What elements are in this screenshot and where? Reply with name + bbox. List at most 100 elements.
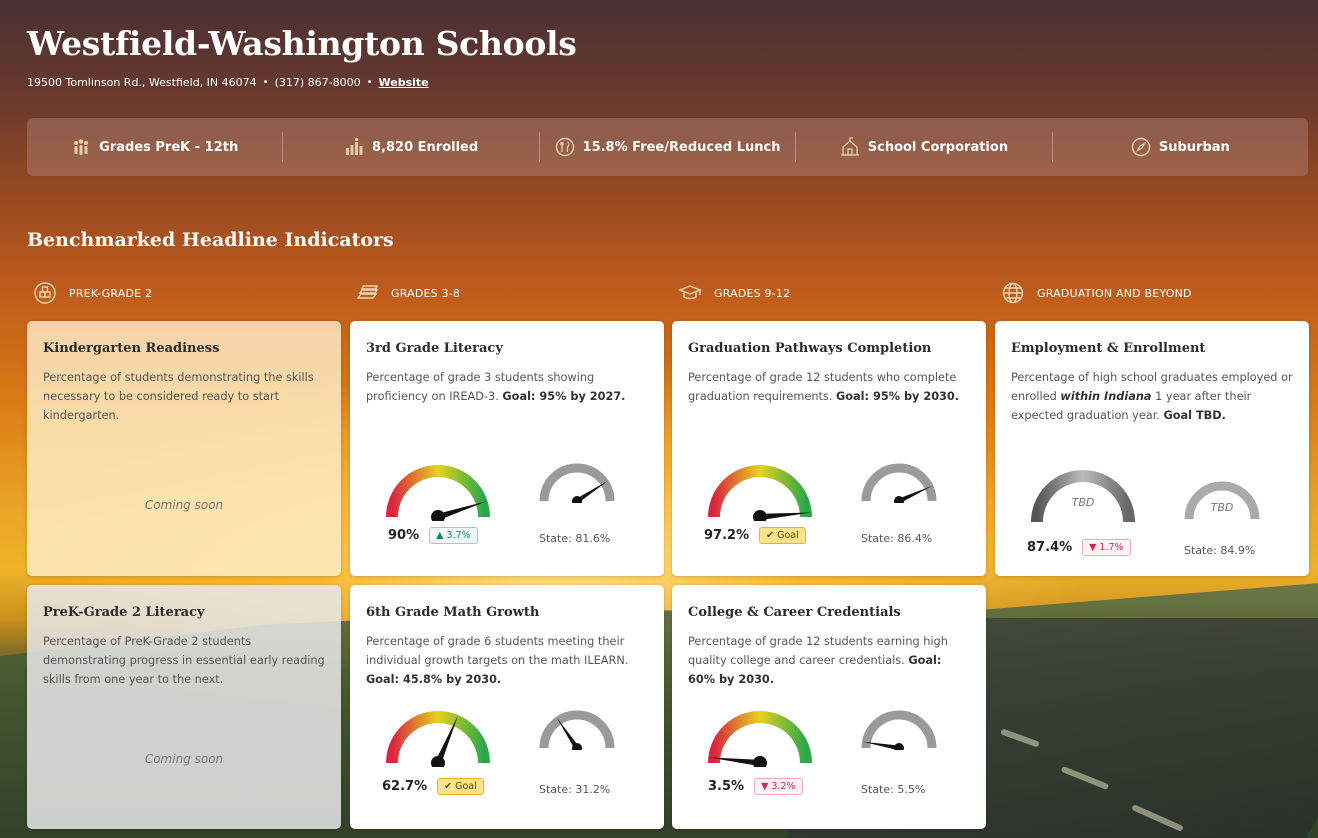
- state-gauge-tbd: TBD: [1184, 481, 1260, 520]
- gauge-hub: [894, 496, 904, 503]
- chart-people-icon: [346, 137, 363, 155]
- card-description: Percentage of grade 3 students showing p…: [366, 371, 626, 403]
- coming-soon-label: Coming soon: [144, 752, 224, 766]
- website-link[interactable]: Website: [379, 76, 429, 89]
- state-value: State: 84.9%: [1184, 544, 1256, 557]
- column-label: GRADUATION AND BEYOND: [1037, 286, 1192, 300]
- district-value: 97.2%: [704, 528, 750, 543]
- column-header-prek: PREK-GRADE 2: [33, 281, 152, 305]
- delta-badge: ▲ 3.7%: [429, 527, 478, 544]
- card-title: Kindergarten Readiness: [43, 341, 220, 356]
- gauge-hub: [894, 743, 904, 750]
- district-value: 90%: [388, 528, 420, 543]
- card-description: Percentage of students demonstrating the…: [43, 371, 314, 422]
- column-header-3-8: GRADES 3-8: [355, 281, 460, 305]
- value-row: 90% ▲ 3.7%: [388, 527, 478, 544]
- column-label: PREK-GRADE 2: [69, 286, 153, 300]
- value-row: 62.7% ✔ Goal: [382, 778, 484, 795]
- district-gauge: [708, 711, 812, 767]
- card-prek-literacy[interactable]: PreK-Grade 2 Literacy Percentage of PreK…: [27, 585, 341, 829]
- blocks-icon: [34, 282, 56, 304]
- state-value: State: 5.5%: [861, 783, 926, 796]
- goal-badge: ✔ Goal: [437, 778, 484, 795]
- tbd-label: TBD: [1211, 501, 1234, 514]
- card-title: Graduation Pathways Completion: [688, 341, 932, 356]
- goal-badge: ✔ Goal: [759, 527, 806, 544]
- graduation-cap-icon: [678, 285, 702, 300]
- state-value: State: 86.4%: [861, 532, 933, 545]
- card-description: Percentage of high school graduates empl…: [1011, 371, 1293, 422]
- district-value: 3.5%: [708, 779, 745, 794]
- tbd-label: TBD: [1072, 496, 1095, 509]
- utensils-icon: [555, 137, 574, 157]
- card-graduation-pathways[interactable]: Graduation Pathways Completion Percentag…: [672, 321, 986, 576]
- info-label: Suburban: [1158, 139, 1230, 155]
- info-label: School Corporation: [867, 139, 1009, 155]
- up-arrow-icon: ▲: [436, 530, 444, 541]
- gauge-hub: [753, 510, 767, 521]
- down-arrow-icon: ▼: [761, 781, 769, 792]
- books-icon: [356, 285, 379, 299]
- value-row: 87.4% ▼ 1.7%: [1027, 539, 1131, 556]
- card-description: Percentage of PreK-Grade 2 students demo…: [43, 635, 325, 686]
- card-employment-enrollment[interactable]: Employment & Enrollment Percentage of hi…: [995, 321, 1309, 576]
- info-type: School Corporation: [796, 132, 1053, 162]
- section-title: Benchmarked Headline Indicators: [27, 229, 394, 251]
- card-kindergarten-readiness[interactable]: Kindergarten Readiness Percentage of stu…: [27, 321, 341, 576]
- card-description: Percentage of grade 6 students meeting t…: [366, 635, 629, 686]
- separator: •: [366, 77, 373, 88]
- info-grades: Grades PreK - 12th: [27, 132, 284, 162]
- card-description: Percentage of grade 12 students who comp…: [688, 371, 960, 403]
- info-locale: Suburban: [1053, 132, 1308, 162]
- gauge-hub: [753, 756, 767, 767]
- card-title: College & Career Credentials: [688, 605, 901, 620]
- check-icon: ✔: [766, 530, 775, 541]
- column-header-9-12: GRADES 9-12: [678, 281, 790, 305]
- card-title: 6th Grade Math Growth: [366, 605, 540, 620]
- school-building-icon: [840, 137, 859, 156]
- goal-text: Goal: 45.8% by 2030.: [366, 673, 502, 686]
- people-icon: [74, 139, 89, 155]
- info-lunch: 15.8% Free/Reduced Lunch: [540, 132, 797, 162]
- value-row: 3.5% ▼ 3.2%: [708, 778, 803, 795]
- info-label: 8,820 Enrolled: [372, 139, 479, 155]
- separator: •: [262, 77, 269, 88]
- address: 19500 Tomlinson Rd., Westfield, IN 46074: [27, 76, 257, 89]
- delta-badge: ▼ 1.7%: [1082, 539, 1131, 556]
- info-enrolled: 8,820 Enrolled: [283, 132, 540, 162]
- column-header-beyond: GRADUATION AND BEYOND: [1001, 281, 1192, 305]
- district-gauge: [386, 711, 490, 767]
- goal-text: Goal TBD.: [1163, 409, 1226, 422]
- page-title: Westfield-Washington Schools: [27, 24, 577, 63]
- page: Westfield-Washington Schools 19500 Tomli…: [0, 0, 1318, 838]
- card-3rd-grade-literacy[interactable]: 3rd Grade Literacy Percentage of grade 3…: [350, 321, 664, 576]
- card-6th-grade-math[interactable]: 6th Grade Math Growth Percentage of grad…: [350, 585, 664, 829]
- card-college-career-credentials[interactable]: College & Career Credentials Percentage …: [672, 585, 986, 829]
- district-gauge: [708, 465, 812, 521]
- card-title: PreK-Grade 2 Literacy: [43, 605, 205, 620]
- goal-text: Goal: 95% by 2027.: [502, 390, 626, 403]
- district-gauge: [386, 465, 490, 521]
- goal-text: Goal: 95% by 2030.: [836, 390, 960, 403]
- state-gauge: [861, 710, 937, 750]
- down-arrow-icon: ▼: [1089, 542, 1097, 553]
- district-value: 87.4%: [1027, 540, 1073, 555]
- delta-badge: ▼ 3.2%: [754, 778, 803, 795]
- state-value: State: 81.6%: [539, 532, 611, 545]
- state-gauge: [861, 463, 937, 503]
- compass-icon: [1131, 137, 1151, 157]
- card-description: Percentage of grade 12 students earning …: [688, 635, 948, 686]
- district-gauge-tbd: TBD: [1031, 470, 1135, 523]
- info-label: 15.8% Free/Reduced Lunch: [582, 139, 781, 155]
- card-title: Employment & Enrollment: [1011, 341, 1206, 356]
- state-gauge: [539, 463, 615, 503]
- coming-soon-label: Coming soon: [144, 498, 224, 512]
- check-icon: ✔: [444, 781, 453, 792]
- gauge-hub: [431, 510, 445, 521]
- state-value: State: 31.2%: [539, 783, 611, 796]
- phone: (317) 867-8000: [274, 76, 361, 89]
- value-row: 97.2% ✔ Goal: [704, 527, 806, 544]
- card-title: 3rd Grade Literacy: [366, 341, 503, 356]
- column-label: GRADES 9-12: [714, 286, 791, 300]
- globe-icon: [1002, 282, 1024, 304]
